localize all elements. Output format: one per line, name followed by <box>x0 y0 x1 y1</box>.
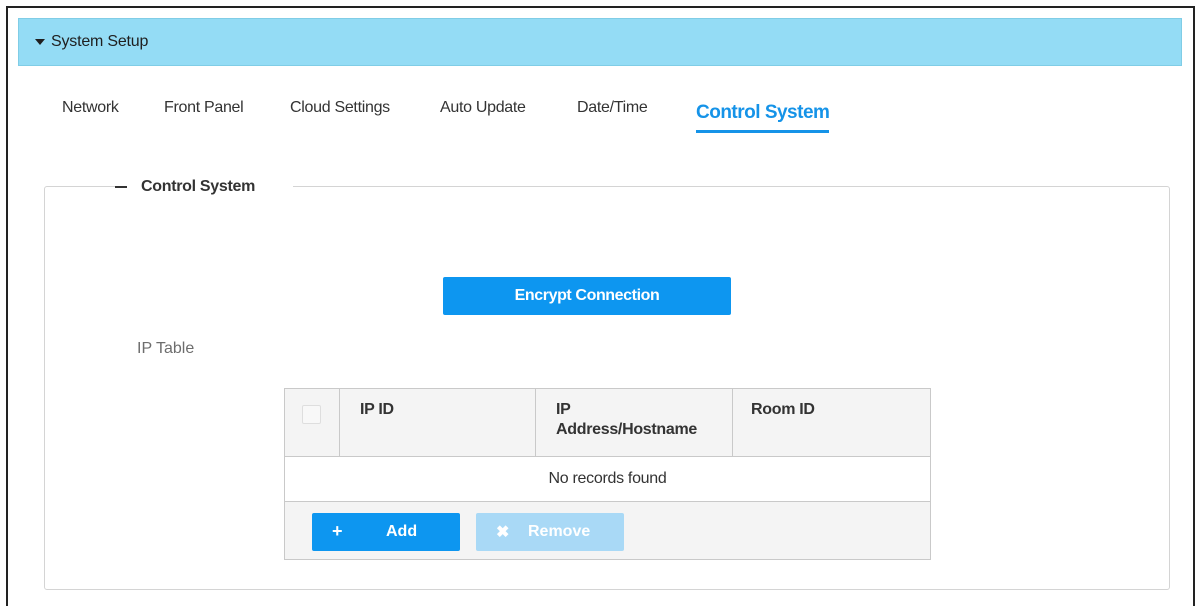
column-header-ip-address-label: IP Address/Hostname <box>556 400 697 440</box>
add-button[interactable]: + Add <box>312 513 460 551</box>
table-footer: + Add ✖ Remove <box>285 502 930 559</box>
select-all-cell <box>285 389 340 456</box>
tab-cloud-settings[interactable]: Cloud Settings <box>290 99 390 117</box>
tab-auto-update[interactable]: Auto Update <box>440 99 526 117</box>
column-header-room-id[interactable]: Room ID <box>733 389 930 456</box>
section-header-title: System Setup <box>51 33 149 50</box>
add-button-label: Add <box>386 523 418 540</box>
table-header: IP ID IP Address/Hostname Room ID <box>285 389 930 457</box>
tab-control-system[interactable]: Control System <box>696 102 830 133</box>
select-all-checkbox[interactable] <box>302 405 321 424</box>
fieldset-title: Control System <box>141 178 256 195</box>
system-setup-header[interactable]: System Setup <box>18 18 1182 66</box>
close-x-icon: ✖ <box>496 524 510 541</box>
tab-front-panel[interactable]: Front Panel <box>164 99 244 117</box>
tab-network[interactable]: Network <box>62 99 119 117</box>
column-header-ip-address-line1: IP <box>556 401 571 418</box>
column-header-room-id-label: Room ID <box>751 401 815 418</box>
ip-table-label: IP Table <box>137 340 195 357</box>
active-tab-underline <box>696 130 830 133</box>
column-header-ip-id-label: IP ID <box>360 401 394 418</box>
collapse-minus-icon[interactable] <box>115 186 127 188</box>
empty-table-message: No records found <box>285 457 930 502</box>
caret-down-icon <box>35 39 45 45</box>
remove-button-label: Remove <box>528 523 591 540</box>
fieldset-legend[interactable]: Control System <box>115 175 294 199</box>
tab-date-time[interactable]: Date/Time <box>577 99 648 117</box>
column-header-ip-address-line2: Address/Hostname <box>556 421 698 438</box>
remove-button: ✖ Remove <box>476 513 624 551</box>
column-header-ip-id[interactable]: IP ID <box>340 389 536 456</box>
column-header-ip-address[interactable]: IP Address/Hostname <box>536 389 733 456</box>
plus-icon: + <box>332 521 343 541</box>
ip-table: IP ID IP Address/Hostname Room ID No rec… <box>284 388 931 560</box>
tab-control-system-label: Control System <box>696 102 830 123</box>
encrypt-connection-button[interactable]: Encrypt Connection <box>443 277 731 315</box>
